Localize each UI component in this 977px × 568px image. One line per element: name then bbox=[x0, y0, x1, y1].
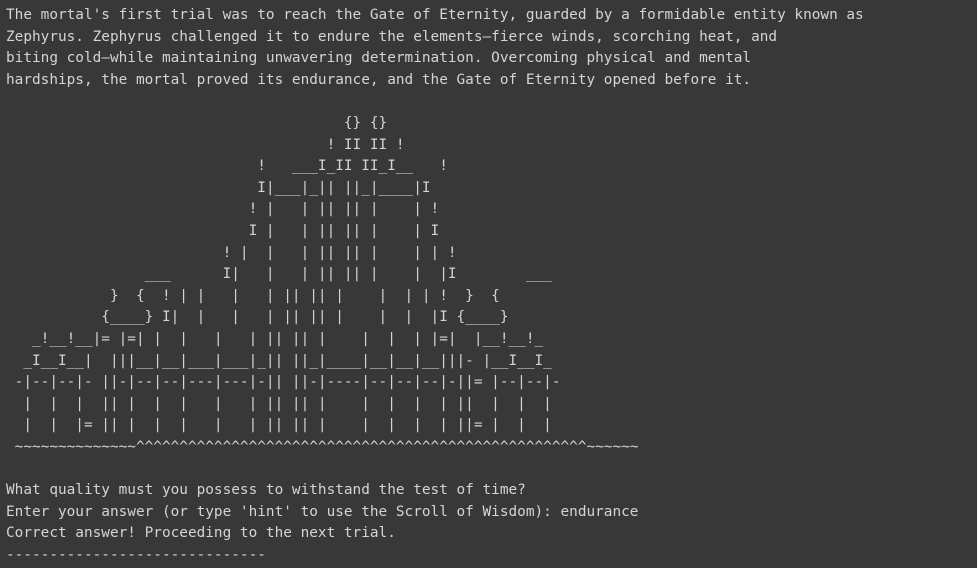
ascii-art-line: {____} I| | | | || || | | | |I {____} bbox=[6, 309, 509, 326]
ascii-art-line: | | |= || | | | | | || || | | | | | ||= … bbox=[6, 417, 552, 434]
story-line: biting cold—while maintaining unwavering… bbox=[6, 50, 752, 67]
ascii-art-line: _I__I__| |||__|__|___|___|_|| ||_|____|_… bbox=[6, 352, 552, 369]
ascii-art-line: ! II II ! bbox=[6, 136, 405, 153]
ascii-art-line: | | | || | | | | | || || | | | | | || | … bbox=[6, 395, 552, 412]
ascii-art-line: I|___|_|| ||_|____|I bbox=[6, 179, 431, 196]
ascii-art-line: -|--|--|- ||-|--|--|---|---|-|| ||-|----… bbox=[6, 374, 561, 391]
story-line: The mortal's first trial was to reach th… bbox=[6, 7, 864, 23]
story-text: The mortal's first trial was to reach th… bbox=[6, 5, 977, 91]
ascii-art-line: _!__!__|= |=| | | | | || || | | | | |=| … bbox=[6, 330, 544, 347]
answer-prompt[interactable]: Enter your answer (or type 'hint' to use… bbox=[6, 502, 977, 524]
story-line: hardships, the mortal proved its enduran… bbox=[6, 71, 752, 88]
ascii-art-line: ___ I| | | || || | | |I ___ bbox=[6, 266, 552, 283]
ascii-art-line: ! | | | || || | | | ! bbox=[6, 244, 457, 261]
ascii-art-line: {} {} bbox=[6, 114, 388, 131]
ascii-art-gate: {} {} ! II II ! ! ___I_II II_I__ ! I|___… bbox=[6, 113, 977, 459]
story-line: Zephyrus. Zephyrus challenged it to endu… bbox=[6, 28, 778, 45]
ascii-art-line: } { ! | | | | || || | | | | ! } { bbox=[6, 287, 500, 304]
ascii-art-line: ! | | || || | | ! bbox=[6, 201, 440, 218]
question-text: What quality must you possess to withsta… bbox=[6, 482, 526, 499]
result-text: Correct answer! Proceeding to the next t… bbox=[6, 525, 396, 542]
ascii-art-line: I | | || || | | I bbox=[6, 222, 440, 239]
ascii-art-line: ~~~~~~~~~~~~~~^^^^^^^^^^^^^^^^^^^^^^^^^^… bbox=[6, 438, 639, 455]
terminal-output: The mortal's first trial was to reach th… bbox=[0, 0, 977, 568]
dialog-section: What quality must you possess to withsta… bbox=[6, 480, 977, 566]
ascii-art-line: ! ___I_II II_I__ ! bbox=[6, 158, 448, 175]
separator-line: ------------------------------ bbox=[6, 546, 266, 563]
